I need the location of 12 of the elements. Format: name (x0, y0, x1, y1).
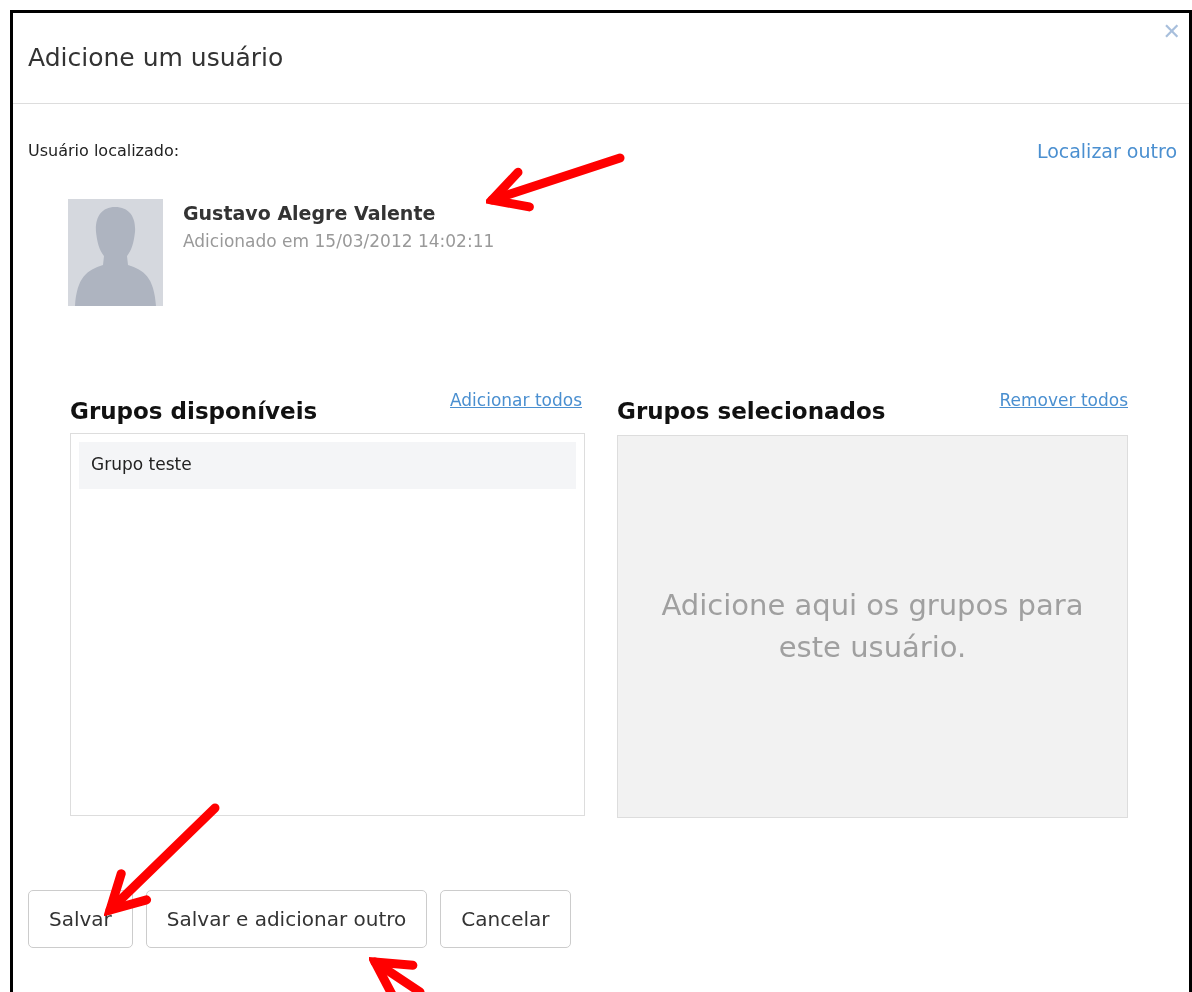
group-item[interactable]: Grupo teste (79, 441, 576, 489)
added-date: Adicionado em 15/03/2012 14:02:11 (183, 230, 495, 253)
dialog-title: Adicione um usuário (28, 42, 284, 75)
dialog-button[interactable]: Salvar e adicionar outro (145, 889, 428, 948)
dialog-button[interactable]: Salvar (28, 889, 133, 948)
empty-groups-message: Adicione aqui os grupos para este usuário. (660, 586, 1085, 666)
remove-all-link[interactable]: Remover todos (999, 387, 1128, 413)
available-groups-title: Grupos disponíveis (70, 396, 318, 426)
selected-groups-title: Grupos selecionados (617, 396, 886, 426)
user-name: Gustavo Alegre Valente (183, 200, 437, 226)
found-user-label: Usuário localizado: (28, 140, 180, 162)
dialog-button[interactable]: Cancelar (440, 889, 571, 948)
